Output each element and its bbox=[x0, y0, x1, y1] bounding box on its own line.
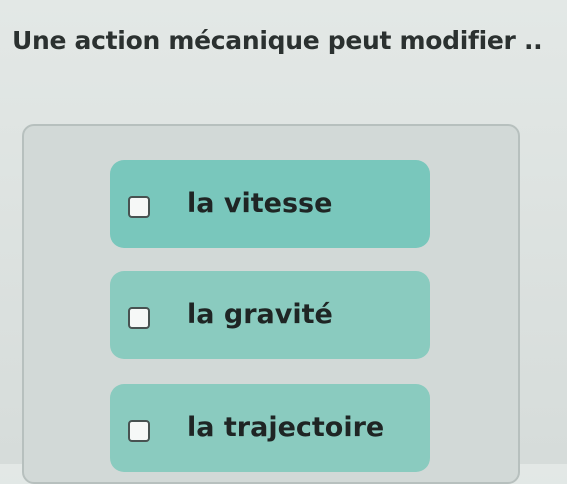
option-trajectoire[interactable]: la trajectoire bbox=[110, 384, 430, 472]
option-label-vitesse: la vitesse bbox=[187, 188, 333, 219]
question-text: Une action mécanique peut modifier .. bbox=[12, 26, 543, 55]
option-label-trajectoire: la trajectoire bbox=[187, 412, 385, 443]
option-gravite[interactable]: la gravité bbox=[110, 271, 430, 359]
checkbox-vitesse[interactable] bbox=[128, 196, 150, 218]
option-vitesse[interactable]: la vitesse bbox=[110, 160, 430, 248]
option-label-gravite: la gravité bbox=[187, 299, 333, 330]
checkbox-gravite[interactable] bbox=[128, 307, 150, 329]
checkbox-trajectoire[interactable] bbox=[128, 420, 150, 442]
